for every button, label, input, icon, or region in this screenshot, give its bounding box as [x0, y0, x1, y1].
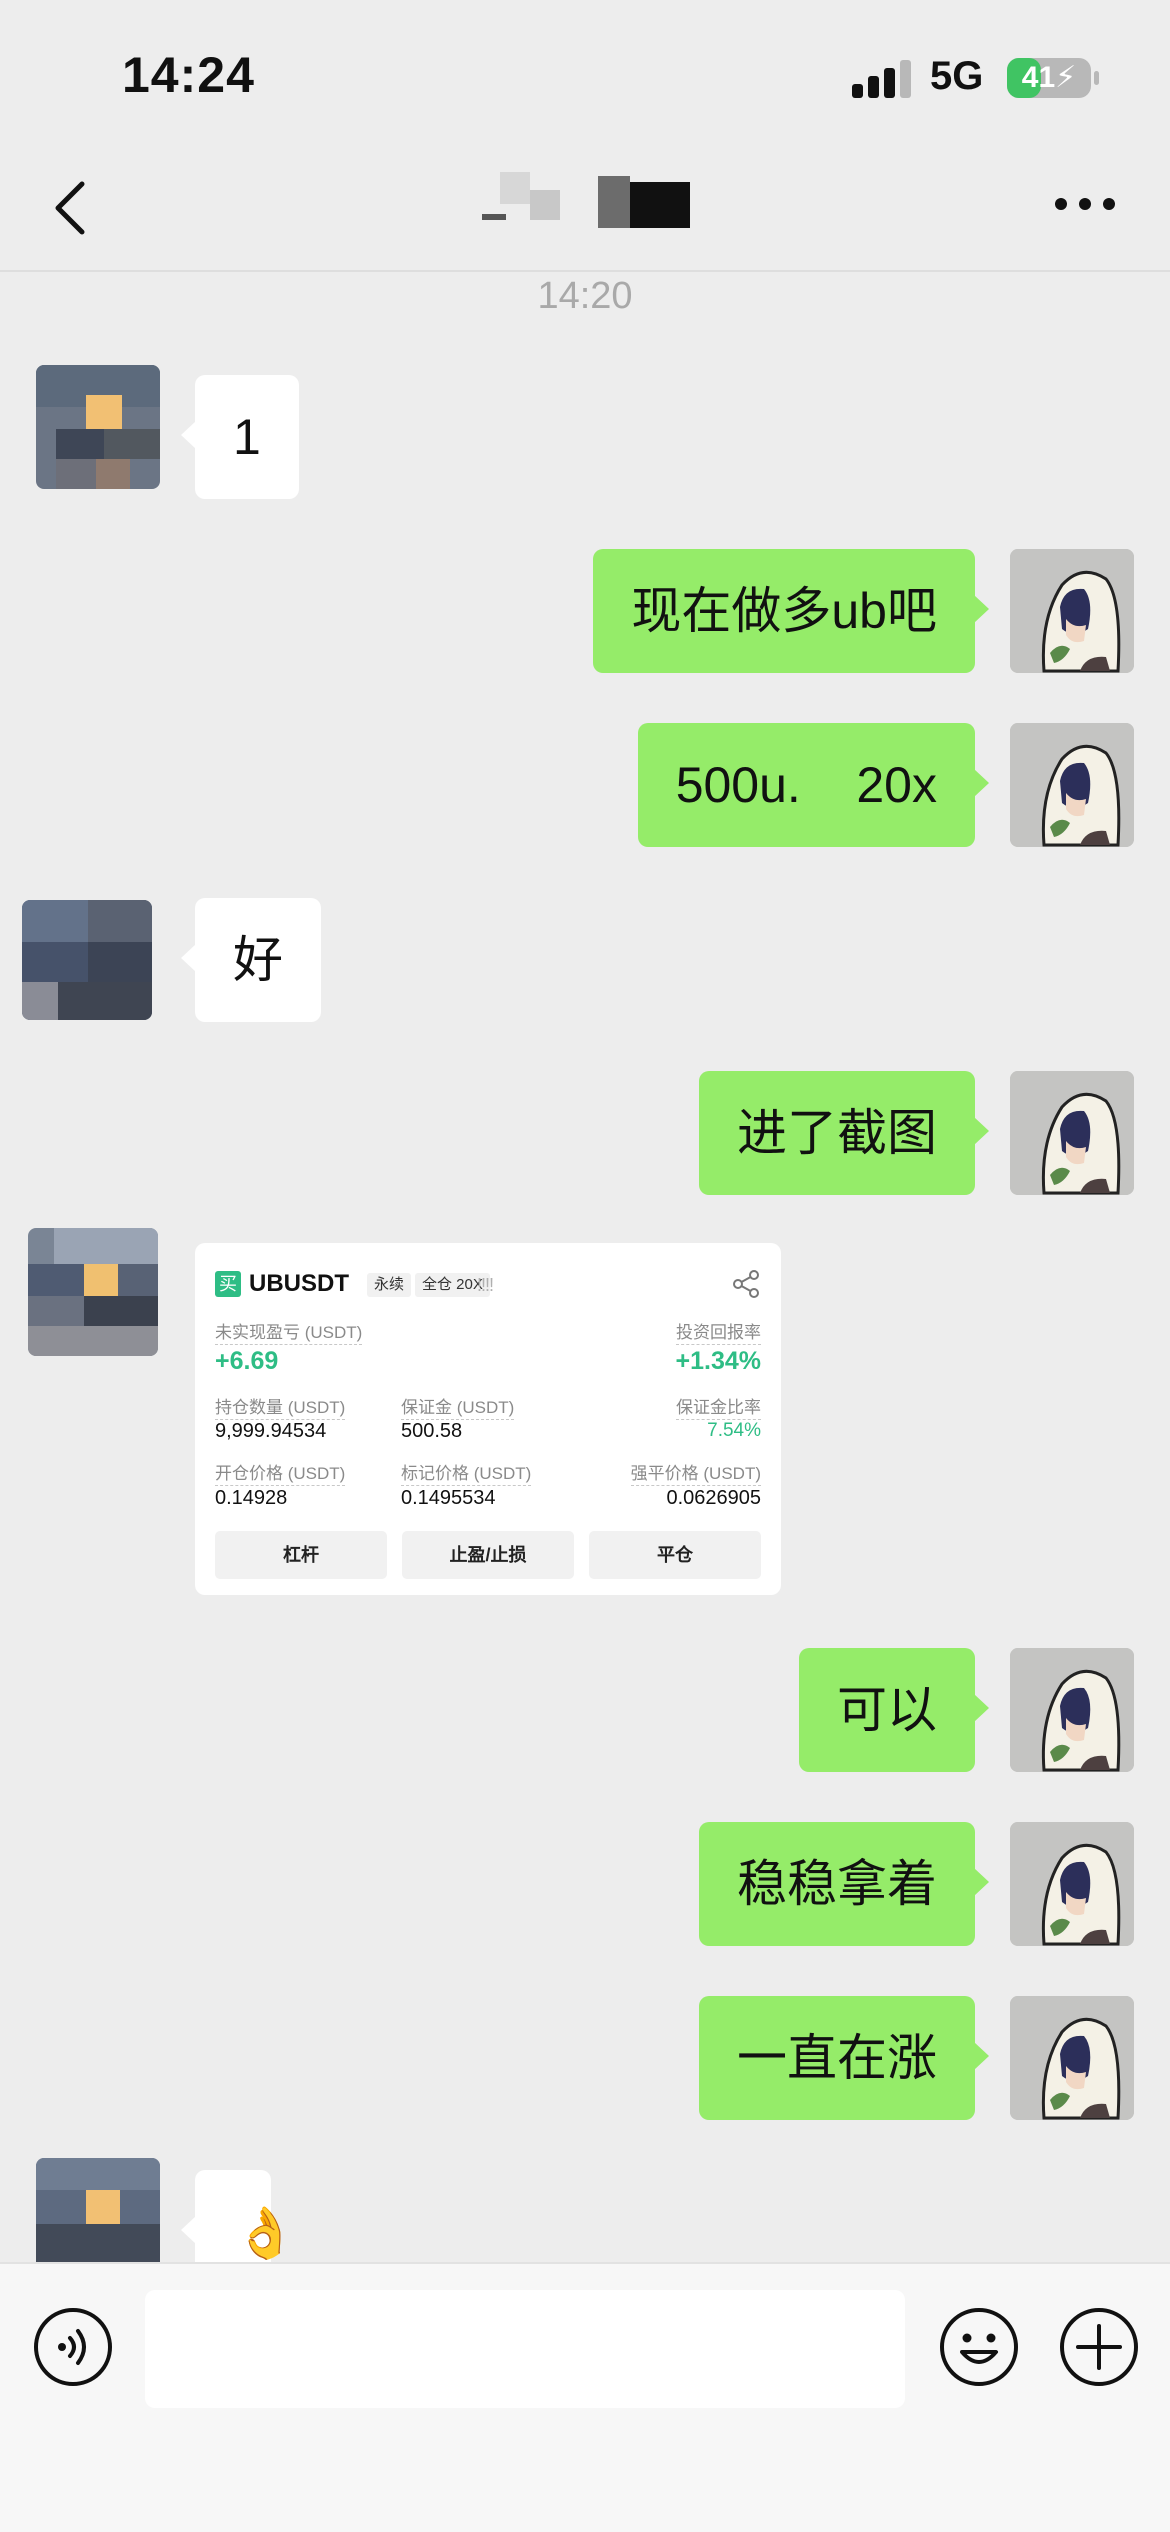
liquidation-price-value: 0.0626905 — [666, 1487, 761, 1509]
message-bubble-outgoing[interactable]: 稳稳拿着 — [699, 1822, 989, 1946]
message-bubble-outgoing[interactable]: 现在做多ub吧 — [593, 549, 989, 673]
position-size-value: 9,999.94534 — [215, 1420, 327, 1442]
chat-header — [0, 150, 1170, 272]
liquidation-price-label: 强平价格 (USDT) — [630, 1459, 761, 1486]
chat-timestamp: 14:20 — [537, 275, 633, 317]
position-size-label: 持仓数量 (USDT) — [215, 1393, 346, 1420]
mark-price-value: 0.1495534 — [401, 1487, 496, 1509]
my-avatar[interactable] — [1010, 549, 1134, 673]
chevron-left-icon — [55, 181, 85, 235]
cellular-signal-icon — [852, 58, 912, 98]
my-avatar[interactable] — [1010, 723, 1134, 847]
position-screenshot-card[interactable]: 买 UBUSDT 永续 全仓 20X !!!! 未实现盈亏 (USDT) +6.… — [195, 1243, 781, 1595]
message-input[interactable] — [145, 2290, 905, 2408]
buy-tag: 买 — [215, 1271, 241, 1297]
hooded-character-avatar-icon — [1010, 723, 1134, 847]
unrealized-pnl-label: 未实现盈亏 (USDT) — [215, 1318, 363, 1345]
battery-icon: 41⚡ — [1007, 58, 1091, 98]
contact-avatar[interactable] — [22, 900, 152, 1020]
margin-ratio-value: 7.54% — [707, 1420, 761, 1441]
ok-hand-emoji: 👌 — [234, 2205, 297, 2261]
signal-bars: !!!! — [477, 1275, 494, 1295]
contact-avatar[interactable] — [36, 2158, 160, 2262]
chat-title-redacted — [480, 172, 700, 242]
message-bubble-outgoing[interactable]: 500u. 20x — [637, 723, 990, 847]
take-profit-stop-loss-button[interactable]: 止盈/止损 — [402, 1531, 574, 1579]
margin-ratio-label: 保证金比率 — [676, 1393, 761, 1420]
message-bubble-outgoing[interactable]: 进了截图 — [699, 1071, 989, 1195]
battery-level: 41⚡ — [1021, 61, 1077, 94]
roi-value: +1.34% — [675, 1347, 762, 1375]
hooded-character-avatar-icon — [1010, 1648, 1134, 1772]
my-avatar[interactable] — [1010, 1071, 1134, 1195]
contact-avatar[interactable] — [28, 1228, 158, 1356]
back-button[interactable] — [42, 178, 102, 238]
input-bar — [0, 2262, 1170, 2532]
contract-type-pill: 永续 — [367, 1273, 412, 1297]
my-avatar[interactable] — [1010, 1648, 1134, 1772]
share-icon — [733, 1270, 759, 1298]
contact-avatar[interactable] — [36, 365, 160, 489]
hooded-character-avatar-icon — [1010, 549, 1134, 673]
status-time: 14:24 — [122, 47, 255, 103]
message-bubble-incoming[interactable]: 1 — [181, 375, 299, 499]
entry-price-label: 开仓价格 (USDT) — [215, 1459, 346, 1486]
hooded-character-avatar-icon — [1010, 1822, 1134, 1946]
status-bar: 14:24 5G 41⚡ — [0, 0, 1170, 150]
entry-price-value: 0.14928 — [215, 1487, 288, 1509]
roi-label: 投资回报率 — [676, 1318, 761, 1345]
unrealized-pnl-value: +6.69 — [215, 1347, 279, 1375]
my-avatar[interactable] — [1010, 1822, 1134, 1946]
plus-button[interactable] — [1058, 2306, 1140, 2388]
margin-value: 500.58 — [401, 1420, 463, 1442]
hooded-character-avatar-icon — [1010, 1996, 1134, 2120]
leverage-button[interactable]: 杠杆 — [215, 1531, 387, 1579]
trading-symbol: UBUSDT — [249, 1270, 349, 1297]
margin-label: 保证金 (USDT) — [401, 1393, 515, 1420]
card-header: 买 UBUSDT 永续 全仓 20X !!!! — [215, 1269, 761, 1303]
emoji-button[interactable] — [938, 2306, 1020, 2388]
close-position-button[interactable]: 平仓 — [589, 1531, 761, 1579]
voice-button[interactable] — [32, 2306, 114, 2388]
message-bubble-incoming[interactable]: 好 — [181, 898, 321, 1022]
battery-cap — [1094, 71, 1099, 85]
message-bubble-outgoing[interactable]: 一直在涨 — [699, 1996, 989, 2120]
mark-price-label: 标记价格 (USDT) — [401, 1459, 532, 1486]
hooded-character-avatar-icon — [1010, 1071, 1134, 1195]
message-bubble-outgoing[interactable]: 可以 — [799, 1648, 989, 1772]
my-avatar[interactable] — [1010, 1996, 1134, 2120]
more-button[interactable] — [1055, 198, 1117, 218]
network-type: 5G — [930, 54, 984, 98]
